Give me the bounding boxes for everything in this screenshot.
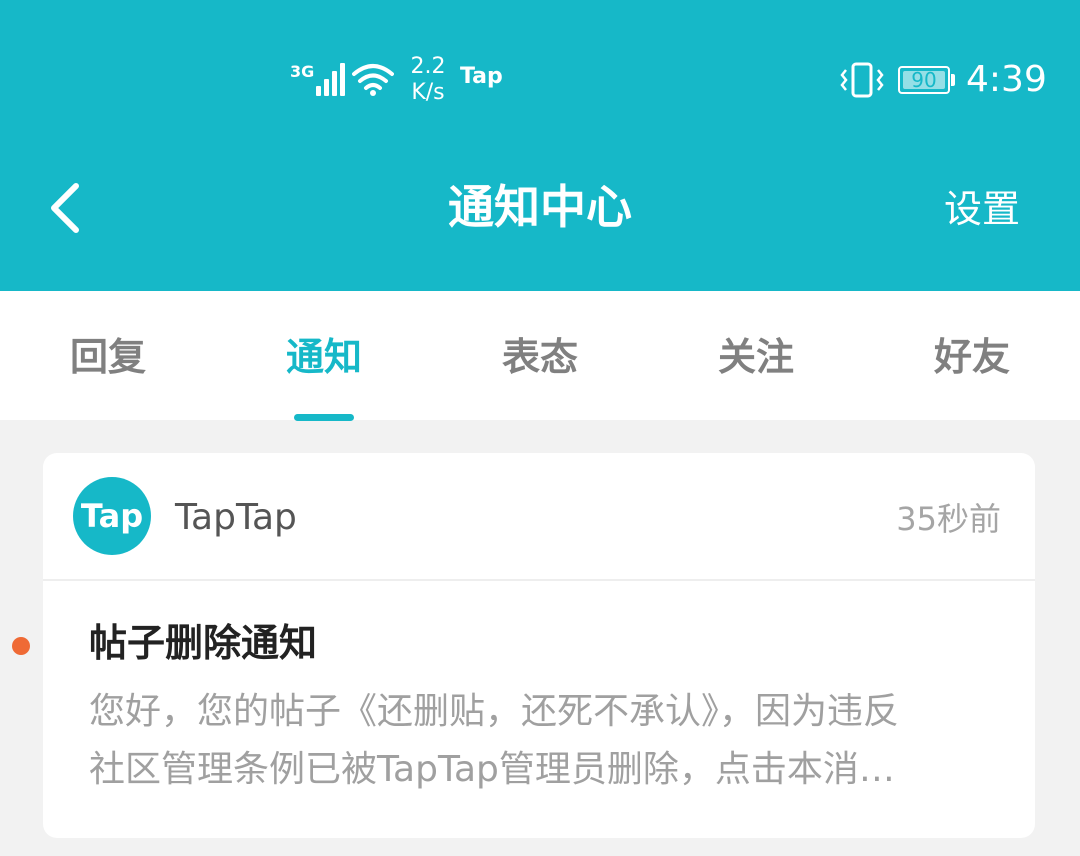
sender-name: TapTap — [175, 497, 297, 538]
active-tab-indicator — [294, 414, 354, 421]
notification-body-line: 社区管理条例已被TapTap管理员删除，点击本消… — [89, 749, 895, 790]
speed-unit: K/s — [411, 80, 445, 105]
network-speed: 2.2 K/s — [406, 54, 450, 106]
unread-dot — [12, 637, 30, 655]
notification-card[interactable]: Tap TapTap 35秒前 帖子删除通知 您好，您的帖子《还删贴，还死不承认… — [43, 453, 1035, 838]
signal-icon — [306, 62, 346, 96]
battery-level: 90 — [911, 68, 937, 92]
tab-bar: 回复 通知 表态 关注 好友 — [0, 291, 1080, 420]
settings-button[interactable]: 设置 — [944, 184, 1020, 234]
tab-friends[interactable]: 好友 — [864, 291, 1080, 420]
notification-title: 帖子删除通知 — [89, 621, 318, 665]
notification-time: 35秒前 — [896, 500, 1001, 538]
battery-icon: 90 — [898, 66, 956, 94]
speed-value: 2.2 — [410, 54, 446, 79]
notification-body: 您好，您的帖子《还删贴，还死不承认》，因为违反 社区管理条例已被TapTap管理… — [89, 683, 999, 799]
avatar: Tap — [73, 477, 151, 555]
divider — [43, 579, 1035, 581]
vibrate-icon — [840, 62, 884, 98]
tab-follows[interactable]: 关注 — [648, 291, 864, 420]
page-title: 通知中心 — [448, 180, 632, 234]
notification-body-line: 您好，您的帖子《还删贴，还死不承认》，因为违反 — [89, 691, 900, 732]
tab-replies[interactable]: 回复 — [0, 291, 216, 420]
status-time: 4:39 — [966, 59, 1047, 100]
chevron-left-icon[interactable] — [44, 180, 88, 236]
app-indicator: Tap — [460, 64, 503, 89]
tab-reactions[interactable]: 表态 — [432, 291, 648, 420]
wifi-icon — [352, 64, 394, 96]
app-header: 3G 2.2 K/s Tap 90 4:39 通知中心 设置 — [0, 0, 1080, 291]
status-bar: 3G 2.2 K/s Tap 90 4:39 — [0, 0, 1080, 130]
tab-notifications[interactable]: 通知 — [216, 291, 432, 420]
